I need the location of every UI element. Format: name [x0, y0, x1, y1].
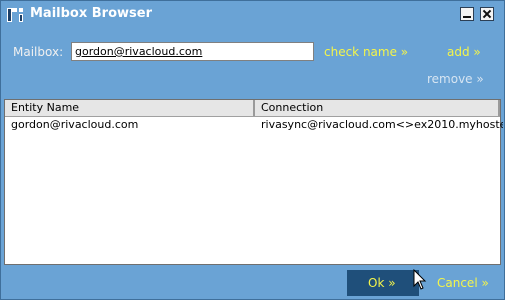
check-name-link[interactable]: check name » — [324, 45, 408, 59]
ok-button[interactable]: Ok » — [347, 270, 419, 296]
entity-grid: Entity Name Connection gordon@rivacloud.… — [4, 99, 503, 265]
mouse-pointer-icon — [413, 269, 427, 290]
connection-cell: rivasync@rivacloud.com<>ex2010.myhosteds… — [261, 118, 503, 131]
remove-link[interactable]: remove » — [427, 72, 484, 86]
mailbox-label: Mailbox: — [13, 45, 64, 59]
close-icon[interactable] — [480, 7, 494, 21]
grid-header: Entity Name Connection — [5, 100, 500, 117]
window-title: Mailbox Browser — [30, 6, 152, 21]
table-row[interactable]: gordon@rivacloud.com rivasync@rivacloud.… — [5, 118, 503, 134]
column-header-connection[interactable]: Connection — [255, 100, 500, 116]
mailbox-input[interactable] — [71, 42, 314, 61]
mailbox-browser-window: Mailbox Browser Mailbox: check name » ad… — [0, 0, 505, 300]
cancel-link[interactable]: Cancel » — [437, 276, 489, 290]
riva-logo-icon — [7, 8, 23, 22]
entity-name-cell: gordon@rivacloud.com — [11, 118, 139, 131]
minimize-icon[interactable] — [460, 7, 474, 21]
column-header-entity-name[interactable]: Entity Name — [5, 100, 255, 116]
title-bar: Mailbox Browser — [1, 1, 504, 29]
add-link[interactable]: add » — [447, 45, 481, 59]
ok-label: Ok » — [368, 276, 396, 290]
footer-bar: Ok » Cancel » — [1, 267, 504, 299]
